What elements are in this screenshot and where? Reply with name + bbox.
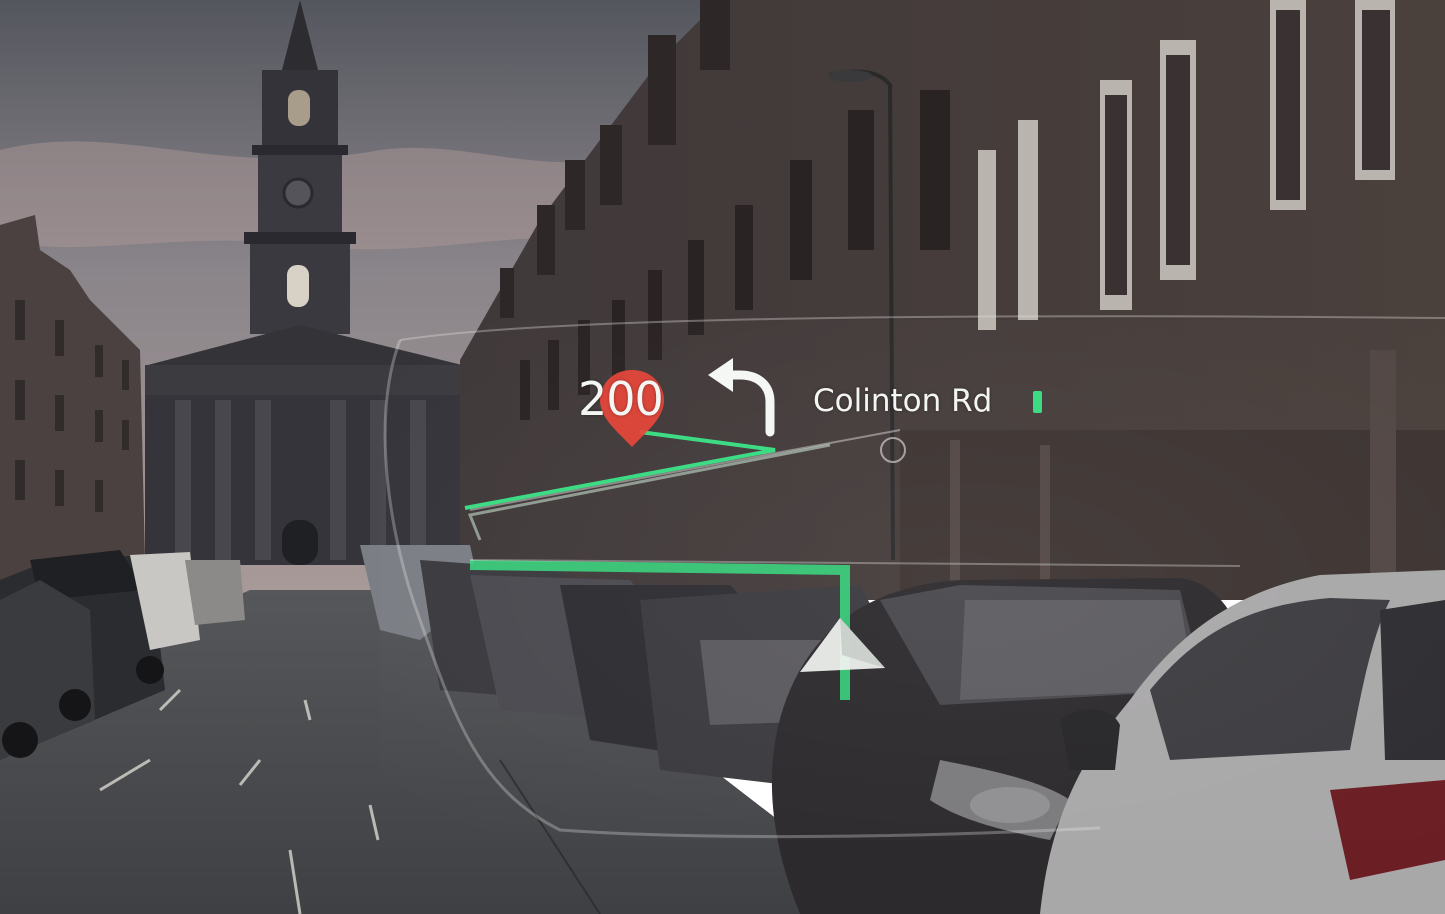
ar-navigation-scene: 200 Colinton Rd [0, 0, 1445, 914]
street-name: Colinton Rd [813, 383, 993, 419]
street-photo [0, 0, 1445, 914]
distance-readout: 200 [578, 372, 664, 426]
